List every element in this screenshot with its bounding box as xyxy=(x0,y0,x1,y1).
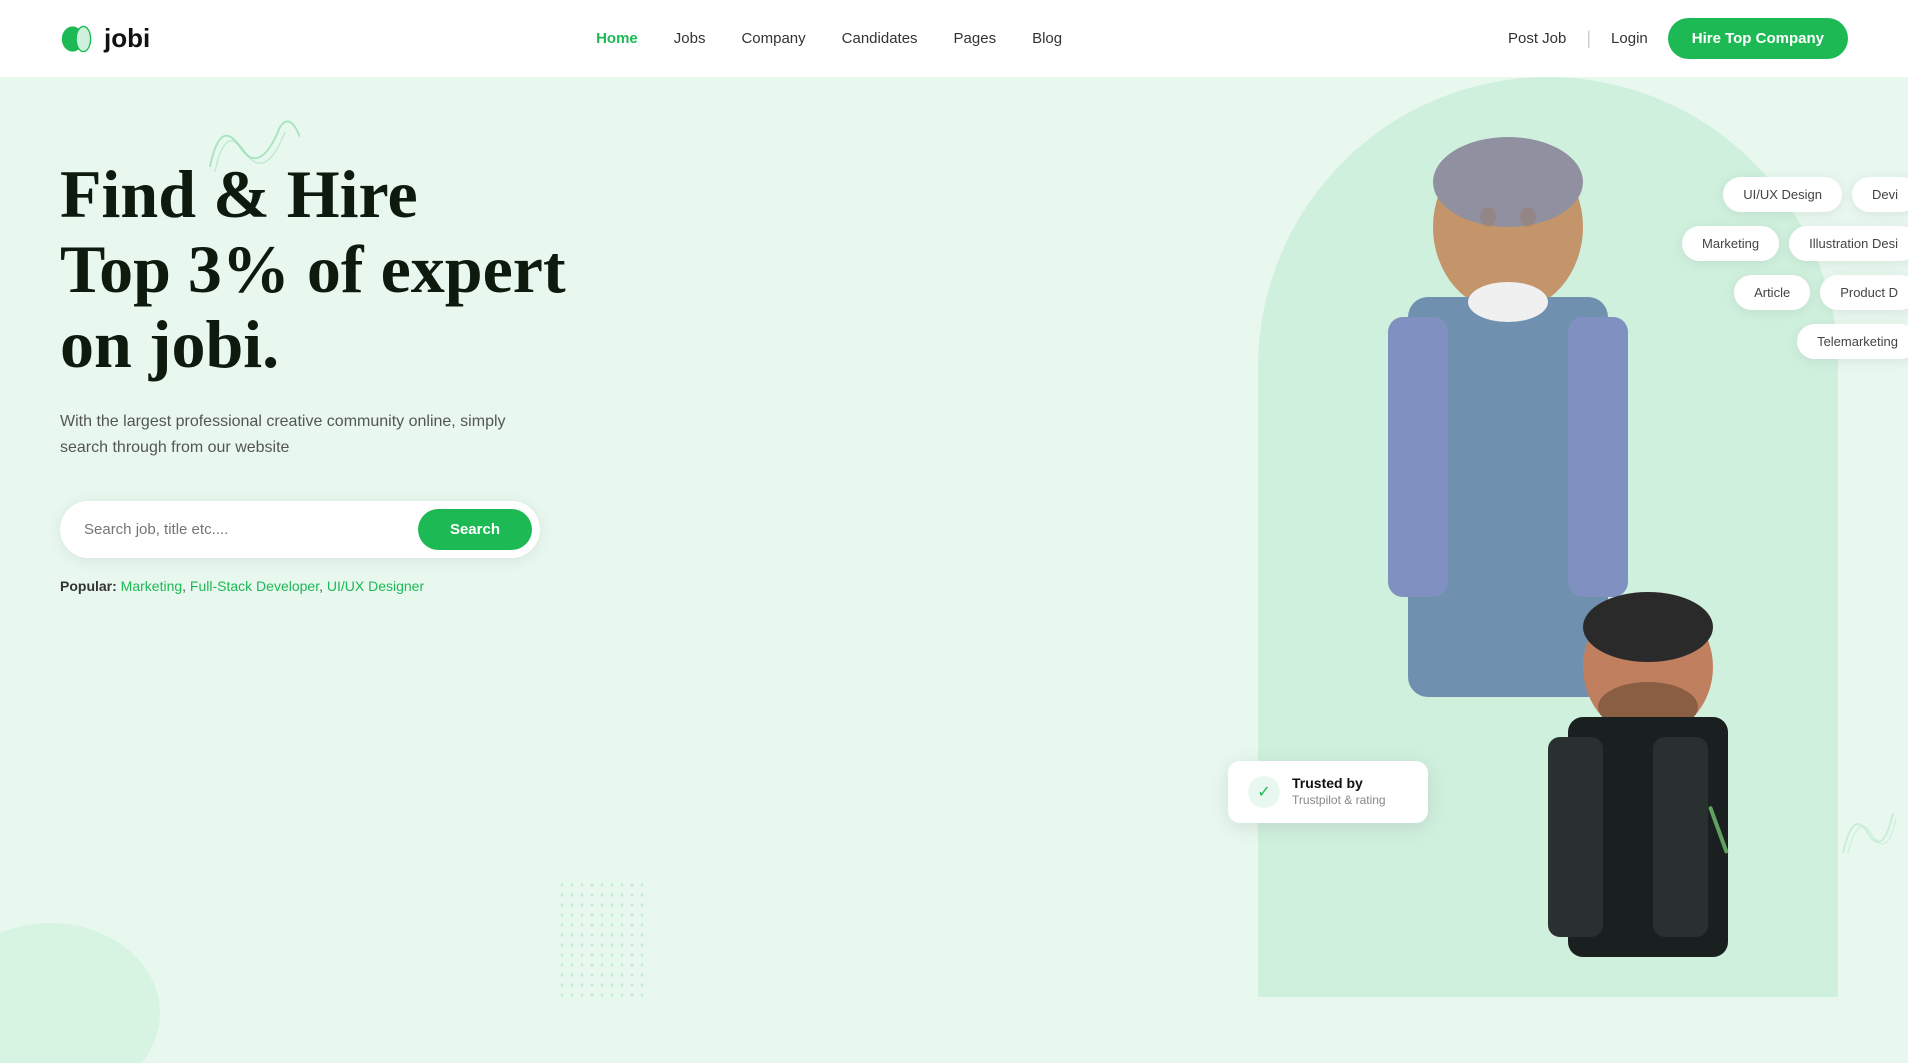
tag-row-4: Telemarketing xyxy=(1682,324,1908,359)
tag-dev[interactable]: Devi xyxy=(1852,177,1908,212)
nav-company[interactable]: Company xyxy=(741,30,805,47)
nav-right: Post Job | Login Hire Top Company xyxy=(1508,18,1848,59)
nav-divider: | xyxy=(1586,28,1591,49)
search-button[interactable]: Search xyxy=(418,509,532,550)
trusted-check-icon: ✓ xyxy=(1248,776,1280,808)
tag-telemarketing[interactable]: Telemarketing xyxy=(1797,324,1908,359)
logo[interactable]: jobi xyxy=(60,21,150,57)
trusted-text: Trusted by Trustpilot & rating xyxy=(1292,775,1386,809)
tag-product[interactable]: Product D xyxy=(1820,275,1908,310)
trusted-title: Trusted by xyxy=(1292,775,1386,791)
trusted-subtitle: Trustpilot & rating xyxy=(1292,793,1386,807)
deco-squiggle-right-icon xyxy=(1838,803,1898,863)
navbar: jobi Home Jobs Company Candidates Pages … xyxy=(0,0,1908,77)
hero-title-line3: on jobi. xyxy=(60,306,279,382)
nav-pages[interactable]: Pages xyxy=(954,30,997,47)
category-tags: UI/UX Design Devi Marketing Illustration… xyxy=(1682,177,1908,359)
hero-section: Find & Hire Top 3% of expert on jobi. Wi… xyxy=(0,77,1908,1063)
nav-links: Home Jobs Company Candidates Pages Blog xyxy=(596,30,1062,48)
popular-marketing[interactable]: Marketing xyxy=(121,578,182,594)
tag-article[interactable]: Article xyxy=(1734,275,1810,310)
tag-marketing[interactable]: Marketing xyxy=(1682,226,1779,261)
hero-subtitle: With the largest professional creative c… xyxy=(60,409,520,460)
popular-uiux[interactable]: UI/UX Designer xyxy=(327,578,424,594)
deco-grid-icon xyxy=(560,883,650,1003)
popular-text: Popular: Marketing, Full-Stack Developer… xyxy=(60,578,566,594)
tag-uiux[interactable]: UI/UX Design xyxy=(1723,177,1842,212)
hero-title-line1: Find & Hire xyxy=(60,156,418,232)
hero-content: Find & Hire Top 3% of expert on jobi. Wi… xyxy=(0,77,626,594)
tag-illustration[interactable]: Illustration Desi xyxy=(1789,226,1908,261)
hire-top-button[interactable]: Hire Top Company xyxy=(1668,18,1848,59)
search-input[interactable] xyxy=(84,521,418,538)
nav-jobs[interactable]: Jobs xyxy=(674,30,706,47)
search-bar: Search xyxy=(60,501,540,558)
login-link[interactable]: Login xyxy=(1611,30,1648,47)
tag-row-1: UI/UX Design Devi xyxy=(1682,177,1908,212)
logo-text: jobi xyxy=(104,23,150,54)
trusted-badge: ✓ Trusted by Trustpilot & rating xyxy=(1228,761,1428,823)
hero-image-area: ✓ Trusted by Trustpilot & rating UI/UX D… xyxy=(1208,77,1908,1063)
post-job-link[interactable]: Post Job xyxy=(1508,30,1566,47)
nav-candidates[interactable]: Candidates xyxy=(842,30,918,47)
nav-blog[interactable]: Blog xyxy=(1032,30,1062,47)
hero-title: Find & Hire Top 3% of expert on jobi. xyxy=(60,157,566,381)
tag-row-2: Marketing Illustration Desi xyxy=(1682,226,1908,261)
popular-label: Popular: xyxy=(60,578,117,594)
nav-home[interactable]: Home xyxy=(596,30,638,47)
deco-blob xyxy=(0,923,160,1063)
tag-row-3: Article Product D xyxy=(1682,275,1908,310)
popular-fullstack[interactable]: Full-Stack Developer xyxy=(190,578,319,594)
hero-title-line2: Top 3% of expert xyxy=(60,231,566,307)
